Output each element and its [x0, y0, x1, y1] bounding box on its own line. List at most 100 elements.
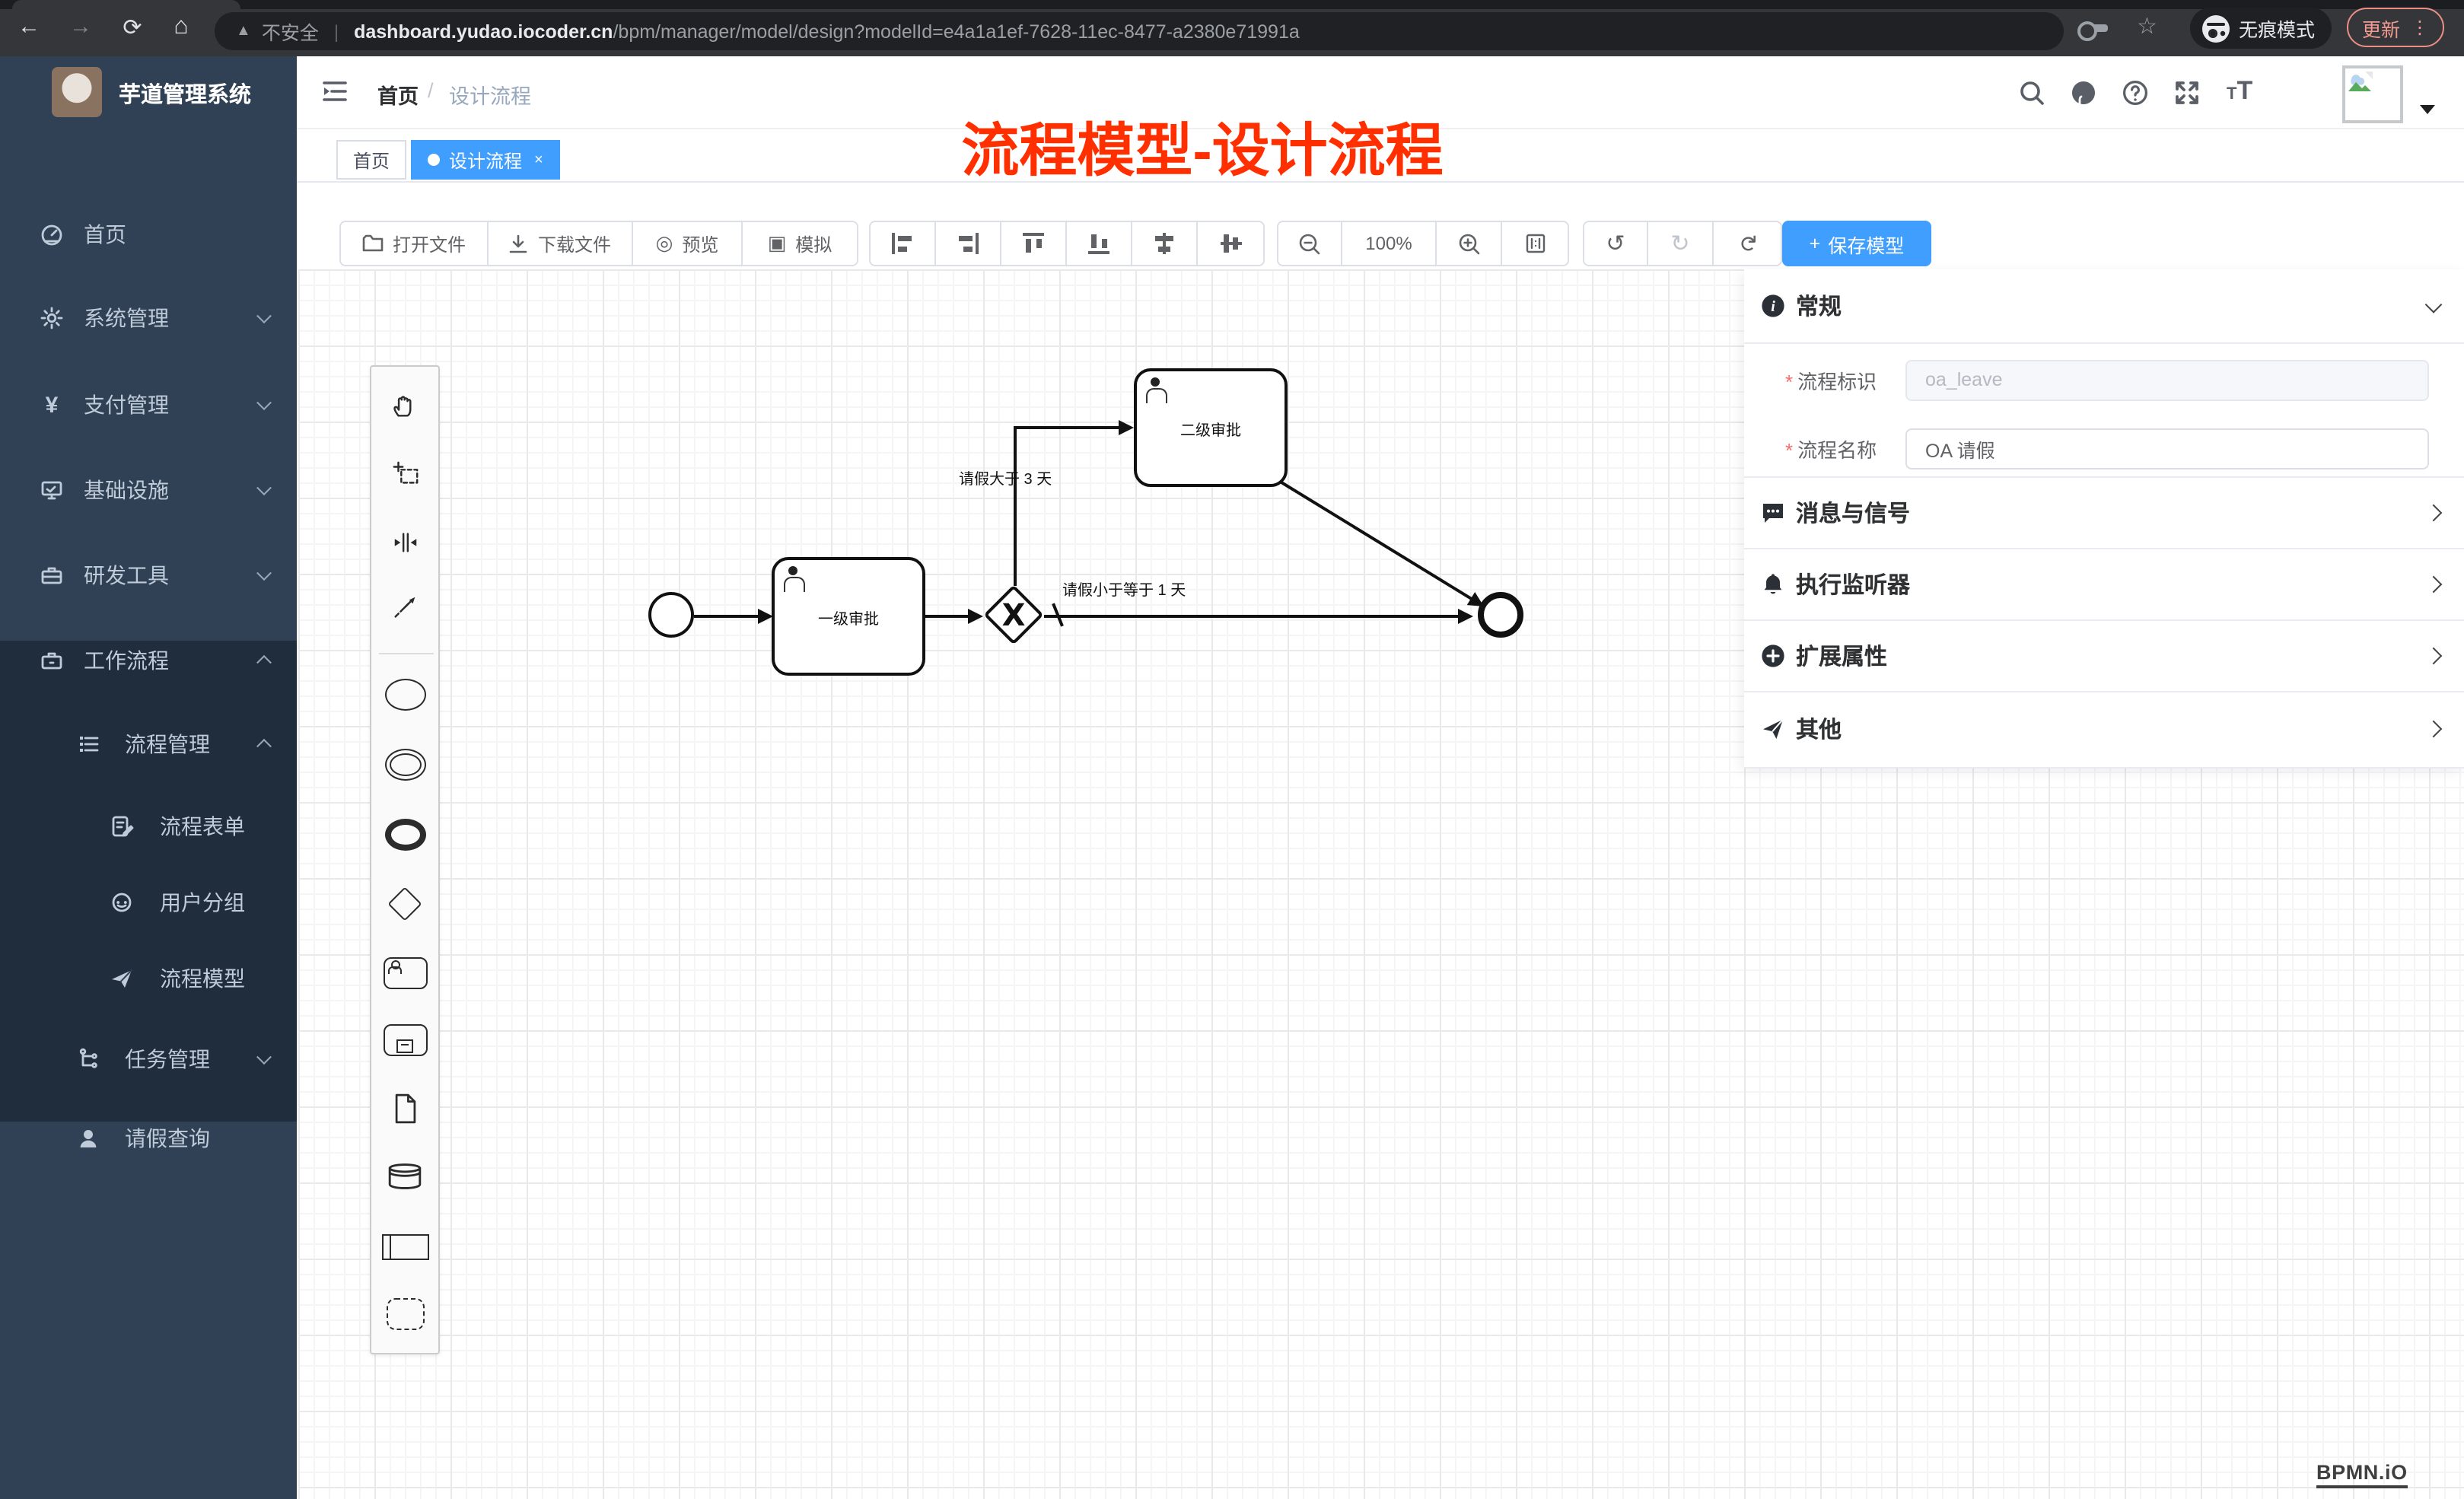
back-icon[interactable]: ← — [12, 14, 46, 40]
sidebar-item-devtools[interactable]: 研发工具 — [0, 533, 297, 616]
user-task-level2[interactable]: 二级审批 — [1134, 368, 1288, 487]
url-bar[interactable]: ▲ 不安全 | dashboard.yudao.iocoder.cn/bpm/m… — [215, 12, 2064, 50]
font-size-icon[interactable]: TT — [2227, 76, 2252, 107]
annotation-title: 流程模型-设计流程 — [961, 103, 1443, 187]
undo-button[interactable]: ↺ — [1584, 222, 1648, 265]
zoom-out-button[interactable] — [1278, 222, 1342, 265]
zoom-out-icon — [1298, 232, 1321, 255]
sequence-flow-default[interactable] — [1044, 614, 1463, 617]
create-call-activity[interactable] — [379, 1014, 431, 1065]
create-user-task[interactable] — [379, 947, 431, 998]
sequence-flow[interactable] — [925, 614, 973, 617]
create-end-event[interactable] — [379, 808, 431, 860]
panel-section-other[interactable]: 其他 — [1744, 691, 2464, 767]
security-warning-icon[interactable]: ▲ — [236, 23, 251, 40]
sidebar-item-payment[interactable]: ¥ 支付管理 — [0, 362, 297, 446]
bpmn-io-watermark[interactable]: BPMN.iO — [2316, 1461, 2408, 1488]
open-file-button[interactable]: 打开文件 — [341, 222, 489, 265]
password-key-icon[interactable] — [2088, 24, 2108, 32]
browser-tab[interactable] — [12, 0, 240, 9]
panel-section-extended-attrs[interactable]: 扩展属性 — [1744, 619, 2464, 691]
sidebar-item-label: 用户分组 — [160, 887, 245, 918]
sidebar-item-system[interactable]: 系统管理 — [0, 275, 297, 359]
create-data-object[interactable] — [379, 1082, 431, 1134]
create-gateway[interactable] — [379, 878, 431, 930]
github-icon[interactable] — [2070, 79, 2097, 107]
panel-section-execution-listener[interactable]: 执行监听器 — [1744, 548, 2464, 619]
sidebar-item-infra[interactable]: 基础设施 — [0, 447, 297, 531]
browser-tabstrip — [0, 0, 2464, 9]
tab-design-process[interactable]: 设计流程 × — [411, 140, 560, 180]
incognito-label: 无痕模式 — [2239, 14, 2315, 43]
align-top-button[interactable] — [1001, 222, 1067, 265]
flow-condition-label[interactable]: 请假大于 3 天 — [959, 466, 1052, 489]
zoom-level-display[interactable]: 100% — [1342, 222, 1437, 265]
zoom-in-button[interactable] — [1437, 222, 1502, 265]
sidebar-item-process-mgmt[interactable]: 流程管理 — [0, 706, 297, 782]
reload-icon[interactable]: ⟳ — [116, 14, 149, 41]
lasso-tool[interactable] — [379, 447, 431, 499]
create-group[interactable] — [379, 1287, 431, 1339]
preview-button[interactable]: ◎ 预览 — [633, 222, 743, 265]
tab-close-icon[interactable]: × — [534, 151, 543, 168]
create-start-event[interactable] — [379, 668, 431, 720]
redo-button[interactable]: ↻ — [1648, 222, 1714, 265]
tab-home[interactable]: 首页 — [336, 140, 406, 180]
flow-condition-label[interactable]: 请假小于等于 1 天 — [1062, 577, 1186, 600]
sidebar-collapse-icon[interactable] — [323, 81, 347, 102]
browser-update-button[interactable]: 更新 ⋮ — [2347, 8, 2444, 47]
create-data-store[interactable] — [379, 1151, 431, 1202]
sequence-flow[interactable] — [694, 614, 762, 617]
avatar-caret-icon[interactable] — [2420, 105, 2435, 122]
panel-section-message-signal[interactable]: 消息与信号 — [1744, 476, 2464, 548]
browser-menu-icon[interactable]: ⋮ — [2411, 17, 2429, 38]
start-event-node[interactable] — [648, 592, 694, 638]
user-task-level1[interactable]: 一级审批 — [772, 557, 925, 676]
align-center-vertical-button[interactable] — [1198, 222, 1263, 265]
chevron-down-icon — [2425, 296, 2443, 313]
monitor-icon — [40, 477, 64, 501]
fullscreen-icon[interactable] — [2173, 79, 2201, 107]
end-event-node[interactable] — [1478, 592, 1523, 638]
home-icon[interactable]: ⌂ — [164, 14, 198, 41]
panel-section-general[interactable]: i 常规 — [1744, 269, 2464, 342]
sidebar-item-task-mgmt[interactable]: 任务管理 — [0, 1021, 297, 1097]
align-left-button[interactable] — [871, 222, 936, 265]
security-label[interactable]: 不安全 — [262, 17, 319, 46]
search-icon[interactable] — [2018, 79, 2045, 107]
incognito-badge: 无痕模式 — [2190, 8, 2332, 49]
create-participant[interactable] — [379, 1221, 431, 1272]
avatar[interactable] — [2342, 65, 2403, 123]
global-connect-tool[interactable] — [379, 581, 431, 633]
breadcrumb-home[interactable]: 首页 — [377, 79, 419, 110]
download-file-button[interactable]: 下载文件 — [489, 222, 633, 265]
zoom-level-label: 100% — [1365, 233, 1412, 254]
sidebar-item-workflow[interactable]: 工作流程 — [0, 618, 297, 702]
properties-panel: i 常规 *流程标识 *流程名称 消息与信号 执行监听器 — [1744, 269, 2464, 769]
simulate-button[interactable]: ▣ 模拟 — [743, 222, 857, 265]
sidebar-item-user-group[interactable]: 用户分组 — [0, 864, 297, 940]
save-model-button[interactable]: + 保存模型 — [1782, 221, 1931, 266]
restart-button[interactable]: ↻ — [1714, 222, 1781, 265]
sidebar-logo-row[interactable]: 芋道管理系统 — [0, 56, 297, 129]
align-bottom-button[interactable] — [1067, 222, 1132, 265]
sequence-flow[interactable] — [1013, 428, 1016, 586]
sidebar-item-label: 流程管理 — [125, 729, 210, 759]
space-tool[interactable] — [379, 516, 431, 568]
bookmark-star-icon[interactable]: ☆ — [2137, 12, 2157, 40]
process-key-input[interactable] — [1905, 359, 2429, 400]
sequence-flow[interactable] — [1013, 426, 1121, 429]
zoom-fit-button[interactable] — [1502, 222, 1568, 265]
help-icon[interactable] — [2122, 79, 2149, 107]
forward-icon[interactable]: → — [64, 14, 97, 40]
process-name-input[interactable] — [1905, 428, 2429, 469]
align-center-horizontal-button[interactable] — [1132, 222, 1198, 265]
sidebar-item-process-form[interactable]: 流程表单 — [0, 788, 297, 864]
sidebar-item-leave-query[interactable]: 请假查询 — [0, 1100, 297, 1176]
create-intermediate-event[interactable] — [379, 738, 431, 790]
task-label: 一级审批 — [818, 605, 879, 628]
hand-tool[interactable] — [379, 379, 431, 431]
sidebar-item-home[interactable]: 首页 — [0, 192, 297, 275]
align-right-button[interactable] — [936, 222, 1001, 265]
sidebar-item-process-model[interactable]: 流程模型 — [0, 940, 297, 1017]
